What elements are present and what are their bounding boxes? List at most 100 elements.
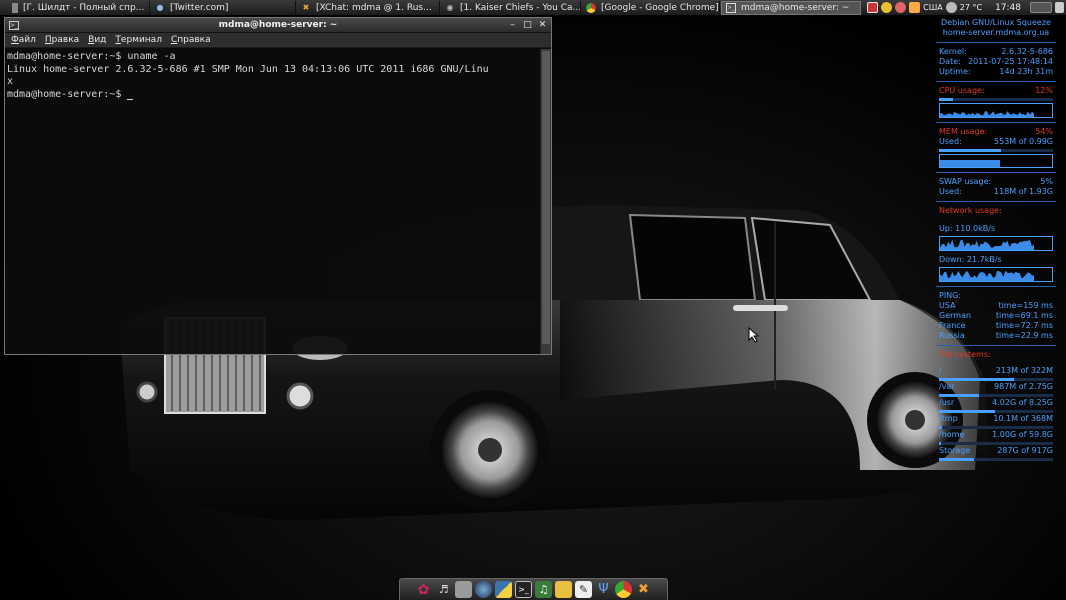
- fs-bar-root: [939, 378, 1053, 381]
- browser-globe-icon[interactable]: [475, 581, 492, 598]
- workspace-switcher-icon[interactable]: [1030, 2, 1052, 13]
- application-dock: ✿ ♬ >_ ♫ ✎ Ψ ✖: [399, 578, 668, 600]
- terminal-title: mdma@home-server: ~: [218, 20, 338, 30]
- activity-graph-area: [940, 239, 1034, 250]
- menu-file[interactable]: Файл: [11, 35, 36, 45]
- taskbar-item-twitter[interactable]: ● [Twitter.com]: [151, 0, 296, 15]
- update-icon[interactable]: [867, 2, 879, 13]
- activity-graph-area: [940, 270, 1034, 281]
- cpu-usage-bar: [939, 98, 1053, 101]
- book-icon: [12, 2, 18, 13]
- system-tray: США 27 °C 17:48: [867, 0, 1066, 16]
- xchat-tray-icon[interactable]: [909, 2, 921, 13]
- menu-edit[interactable]: Правка: [45, 35, 79, 45]
- close-icon[interactable]: ✕: [538, 20, 547, 30]
- taskbar-item-chrome[interactable]: [Google - Google Chrome]: [582, 0, 720, 15]
- divider: [936, 122, 1056, 123]
- chrome-icon: [586, 2, 596, 13]
- network-icon[interactable]: [895, 2, 907, 13]
- divider: [936, 201, 1056, 202]
- fs-bar-var: [939, 394, 1053, 397]
- xchat-icon: ✖: [302, 2, 310, 12]
- chat-bubble-icon: ●: [156, 2, 164, 12]
- fs-bar-home: [939, 442, 1053, 445]
- xchat-icon[interactable]: ✖: [635, 581, 652, 598]
- fs-row-usr: /usr 4.02G of 8.25G: [939, 398, 1053, 407]
- terminal-scrollbar[interactable]: [540, 49, 551, 354]
- filesystems-label: File systems:: [939, 350, 991, 359]
- bulb-icon[interactable]: [881, 2, 893, 13]
- cpu-usage-graph: [939, 103, 1053, 118]
- mem-usage-graph: [939, 154, 1053, 168]
- terminal-titlebar[interactable]: >_ mdma@home-server: ~ – □ ✕: [5, 18, 551, 33]
- divider: [936, 42, 1056, 43]
- divider: [936, 172, 1056, 173]
- taskbar-item-terminal[interactable]: >_ mdma@home-server: ~: [721, 0, 861, 15]
- network-usage-label: Network usage:: [939, 206, 1002, 215]
- minimize-icon[interactable]: –: [508, 20, 517, 30]
- terminal-icon[interactable]: >_: [515, 581, 532, 598]
- terminal-line: Linux home-server 2.6.32-5-686 #1 SMP Mo…: [7, 63, 489, 75]
- maximize-icon[interactable]: □: [523, 20, 532, 30]
- mouse-pointer-icon: [748, 327, 760, 343]
- ping-row-france: France time=72.7 ms: [939, 321, 1053, 330]
- uptime-row: Uptime: 14d 23h 31m: [939, 67, 1053, 76]
- divider: [936, 81, 1056, 82]
- ping-label: PING:: [939, 291, 962, 300]
- music-icon[interactable]: ♫: [535, 581, 552, 598]
- fs-row-home: /home 1.00G of 59.8G: [939, 430, 1053, 439]
- swap-used-row: Used: 118M of 1.93G: [939, 187, 1053, 196]
- mem-usage-row: MEM usage: 54%: [939, 127, 1053, 136]
- terminal-prompt-line: mdma@home-server:~$: [7, 89, 538, 102]
- python-icon[interactable]: [495, 581, 512, 598]
- usb-icon[interactable]: Ψ: [595, 581, 612, 598]
- terminal-line: x: [7, 76, 14, 88]
- net-down-graph: [939, 267, 1053, 282]
- top-taskbar: [Г. Шилдт - Полный спр... ● [Twitter.com…: [0, 0, 1066, 16]
- terminal-app-icon[interactable]: >_: [9, 20, 19, 30]
- terminal-output[interactable]: mdma@home-server:~$ uname -a Linux home-s…: [5, 49, 540, 354]
- keyboard-layout[interactable]: США: [923, 3, 943, 12]
- terminal-prompt: mdma@home-server:~$: [7, 88, 128, 100]
- mem-usage-bar: [939, 149, 1053, 152]
- divider: [936, 345, 1056, 346]
- hostname: home-server.mdma.org.ua: [942, 28, 1050, 37]
- menu-view[interactable]: Вид: [88, 35, 106, 45]
- fs-row-tmp: /tmp 10.1M of 368M: [939, 414, 1053, 423]
- terminal-line: mdma@home-server:~$ uname -a: [7, 51, 176, 62]
- debian-swirl-icon[interactable]: ✿: [415, 581, 432, 598]
- clock[interactable]: 17:48: [995, 3, 1021, 13]
- fs-bar-tmp: [939, 426, 1053, 429]
- terminal-menubar: Файл Правка Вид Терминал Справка: [5, 33, 551, 48]
- ping-row-russia: Russia time=22.9 ms: [939, 331, 1053, 340]
- trash-icon[interactable]: [1055, 2, 1064, 13]
- divider: [936, 286, 1056, 287]
- net-up-label: Up: 110.0kB/s: [939, 224, 996, 233]
- menu-terminal[interactable]: Терминал: [115, 35, 162, 45]
- fs-row-var: /var 987M of 2.75G: [939, 382, 1053, 391]
- drive-icon[interactable]: [455, 581, 472, 598]
- kernel-row: Kernel: 2.6.32-5-686: [939, 47, 1053, 56]
- swap-usage-row: SWAP usage: 5%: [939, 177, 1053, 186]
- terminal-window: >_ mdma@home-server: ~ – □ ✕ Файл Правка…: [4, 17, 552, 355]
- window-controls: – □ ✕: [508, 20, 551, 30]
- net-down-label: Down: 21.7kB/s: [939, 255, 1002, 264]
- taskbar-item-media-player[interactable]: ◉ [1. Kaiser Chiefs - You Ca...: [441, 0, 581, 15]
- menu-help[interactable]: Справка: [171, 35, 211, 45]
- date-row: Date: 2011-07-25 17:48:14: [939, 57, 1053, 66]
- text-cursor: [127, 99, 134, 101]
- temperature: 27 °C: [959, 3, 983, 12]
- media-player-icon: ◉: [446, 2, 454, 12]
- taskbar-item-xchat[interactable]: ✖ [XChat: mdma @ 1. Rus...: [297, 0, 440, 15]
- scrollbar-thumb[interactable]: [542, 51, 550, 344]
- folder-icon[interactable]: [555, 581, 572, 598]
- terminal-icon: >_: [726, 2, 736, 13]
- text-editor-icon[interactable]: ✎: [575, 581, 592, 598]
- chrome-icon[interactable]: [615, 581, 632, 598]
- fs-bar-storage: [939, 458, 1053, 461]
- volume-icon[interactable]: ♬: [435, 581, 452, 598]
- taskbar-item-book[interactable]: [Г. Шилдт - Полный спр...: [0, 0, 150, 15]
- mem-usage-fill: [939, 149, 1001, 152]
- cpu-usage-fill: [939, 98, 953, 101]
- weather-icon[interactable]: [945, 2, 957, 13]
